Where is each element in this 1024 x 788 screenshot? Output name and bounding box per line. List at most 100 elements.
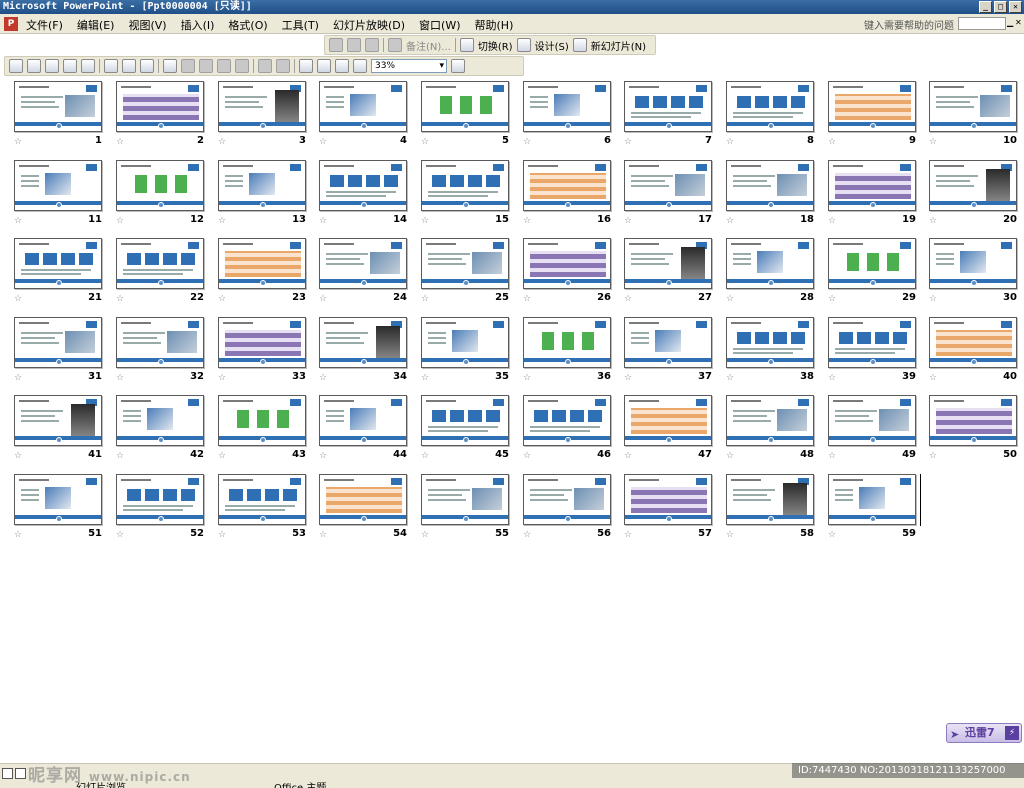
slide-preview[interactable] bbox=[14, 395, 102, 446]
slide-thumbnail[interactable]: ☆ 43 bbox=[218, 395, 318, 471]
slide-preview[interactable] bbox=[726, 474, 814, 525]
slide-transition-star-icon[interactable]: ☆ bbox=[14, 373, 22, 383]
slide-thumbnail[interactable]: ☆ 55 bbox=[421, 474, 521, 550]
slide-thumbnail[interactable]: ☆ 27 bbox=[624, 238, 724, 314]
slide-transition-star-icon[interactable]: ☆ bbox=[523, 216, 531, 226]
slide-transition-star-icon[interactable]: ☆ bbox=[624, 530, 632, 540]
slide-thumbnail[interactable]: ☆ 49 bbox=[828, 395, 928, 471]
slide-thumbnail[interactable]: ☆ 8 bbox=[726, 81, 826, 157]
spelling-icon[interactable] bbox=[163, 59, 177, 73]
slide-transition-star-icon[interactable]: ☆ bbox=[624, 294, 632, 304]
slide-thumbnail[interactable]: ☆ 57 bbox=[624, 474, 724, 550]
slide-preview[interactable] bbox=[319, 395, 407, 446]
slide-transition-star-icon[interactable]: ☆ bbox=[828, 294, 836, 304]
slide-thumbnail[interactable]: ☆ 6 bbox=[523, 81, 623, 157]
slide-thumbnail[interactable]: ☆ 14 bbox=[319, 160, 419, 236]
print-preview-icon[interactable] bbox=[122, 59, 136, 73]
slide-preview[interactable] bbox=[726, 317, 814, 368]
slide-thumbnail[interactable]: ☆ 32 bbox=[116, 317, 216, 393]
slide-thumbnail[interactable]: ☆ 13 bbox=[218, 160, 318, 236]
new-document-icon[interactable] bbox=[9, 59, 23, 73]
slide-thumbnail[interactable]: ☆ 3 bbox=[218, 81, 318, 157]
slide-thumbnail[interactable]: ☆ 37 bbox=[624, 317, 724, 393]
slide-transition-star-icon[interactable]: ☆ bbox=[421, 373, 429, 383]
slide-preview[interactable] bbox=[421, 395, 509, 446]
slide-transition-star-icon[interactable]: ☆ bbox=[726, 294, 734, 304]
slide-preview[interactable] bbox=[624, 238, 712, 289]
slide-thumbnail[interactable]: ☆ 36 bbox=[523, 317, 623, 393]
slide-preview[interactable] bbox=[319, 317, 407, 368]
slide-preview[interactable] bbox=[218, 81, 306, 132]
slide-transition-star-icon[interactable]: ☆ bbox=[828, 451, 836, 461]
slide-transition-star-icon[interactable]: ☆ bbox=[726, 373, 734, 383]
menu-tools[interactable]: 工具(T) bbox=[282, 17, 319, 33]
slide-thumbnail[interactable]: ☆ 59 bbox=[828, 474, 928, 550]
slide-preview[interactable] bbox=[218, 238, 306, 289]
slide-preview[interactable] bbox=[116, 395, 204, 446]
hide-slide-icon[interactable] bbox=[329, 38, 343, 52]
research-icon[interactable] bbox=[140, 59, 154, 73]
slide-thumbnail[interactable]: ☆ 54 bbox=[319, 474, 419, 550]
slide-preview[interactable] bbox=[726, 160, 814, 211]
slide-preview[interactable] bbox=[624, 317, 712, 368]
summary-slide-icon[interactable] bbox=[365, 38, 379, 52]
slide-preview[interactable] bbox=[523, 474, 611, 525]
slide-thumbnail[interactable]: ☆ 5 bbox=[421, 81, 521, 157]
slide-transition-star-icon[interactable]: ☆ bbox=[523, 373, 531, 383]
slide-thumbnail[interactable]: ☆ 7 bbox=[624, 81, 724, 157]
slide-preview[interactable] bbox=[14, 474, 102, 525]
slide-thumbnail[interactable]: ☆ 9 bbox=[828, 81, 928, 157]
slide-thumbnail[interactable]: ☆ 29 bbox=[828, 238, 928, 314]
powerpoint-app-icon[interactable]: P bbox=[4, 17, 18, 31]
slide-thumbnail[interactable]: ☆ 16 bbox=[523, 160, 623, 236]
slide-preview[interactable] bbox=[828, 317, 916, 368]
slide-transition-star-icon[interactable]: ☆ bbox=[726, 530, 734, 540]
rehearse-timings-icon[interactable] bbox=[347, 38, 361, 52]
slide-transition-star-icon[interactable]: ☆ bbox=[421, 137, 429, 147]
slide-transition-star-icon[interactable]: ☆ bbox=[828, 373, 836, 383]
slide-thumbnail[interactable]: ☆ 28 bbox=[726, 238, 826, 314]
slide-preview[interactable] bbox=[624, 160, 712, 211]
open-folder-icon[interactable] bbox=[27, 59, 41, 73]
doc-minimize-icon[interactable]: ▁ bbox=[1007, 17, 1014, 29]
slide-thumbnail[interactable]: ☆ 48 bbox=[726, 395, 826, 471]
slide-preview[interactable] bbox=[828, 81, 916, 132]
slide-transition-star-icon[interactable]: ☆ bbox=[828, 216, 836, 226]
slide-preview[interactable] bbox=[828, 238, 916, 289]
show-formatting-icon[interactable] bbox=[317, 59, 331, 73]
slide-thumbnail[interactable]: ☆ 33 bbox=[218, 317, 318, 393]
menu-slideshow[interactable]: 幻灯片放映(D) bbox=[333, 17, 405, 33]
slide-preview[interactable] bbox=[523, 160, 611, 211]
slide-transition-star-icon[interactable]: ☆ bbox=[523, 294, 531, 304]
slide-transition-star-icon[interactable]: ☆ bbox=[14, 294, 22, 304]
slide-thumbnail[interactable]: ☆ 19 bbox=[828, 160, 928, 236]
slide-thumbnail[interactable]: ☆ 10 bbox=[929, 81, 1024, 157]
slide-preview[interactable] bbox=[421, 474, 509, 525]
menu-file[interactable]: 文件(F) bbox=[26, 17, 63, 33]
slide-preview[interactable] bbox=[421, 81, 509, 132]
slide-transition-star-icon[interactable]: ☆ bbox=[218, 137, 226, 147]
slide-transition-star-icon[interactable]: ☆ bbox=[624, 373, 632, 383]
menu-help[interactable]: 帮助(H) bbox=[475, 17, 514, 33]
slide-transition-star-icon[interactable]: ☆ bbox=[218, 530, 226, 540]
print-icon[interactable] bbox=[104, 59, 118, 73]
slide-preview[interactable] bbox=[421, 317, 509, 368]
slide-transition-star-icon[interactable]: ☆ bbox=[421, 530, 429, 540]
new-slide-button[interactable]: 新幻灯片(N) bbox=[591, 38, 646, 53]
slide-transition-star-icon[interactable]: ☆ bbox=[828, 530, 836, 540]
slide-thumbnail[interactable]: ☆ 11 bbox=[14, 160, 114, 236]
slide-thumbnail[interactable]: ☆ 45 bbox=[421, 395, 521, 471]
slide-thumbnail[interactable]: ☆ 20 bbox=[929, 160, 1024, 236]
slide-preview[interactable] bbox=[726, 238, 814, 289]
slide-transition-star-icon[interactable]: ☆ bbox=[218, 451, 226, 461]
slide-preview[interactable] bbox=[726, 395, 814, 446]
slide-transition-star-icon[interactable]: ☆ bbox=[218, 294, 226, 304]
normal-view-icon[interactable] bbox=[2, 768, 13, 779]
slide-preview[interactable] bbox=[726, 81, 814, 132]
slide-thumbnail[interactable]: ☆ 47 bbox=[624, 395, 724, 471]
slide-transition-star-icon[interactable]: ☆ bbox=[14, 451, 22, 461]
maximize-button[interactable]: □ bbox=[994, 1, 1007, 13]
slide-thumbnail[interactable]: ☆ 52 bbox=[116, 474, 216, 550]
slide-transition-star-icon[interactable]: ☆ bbox=[421, 451, 429, 461]
slide-transition-star-icon[interactable]: ☆ bbox=[523, 451, 531, 461]
